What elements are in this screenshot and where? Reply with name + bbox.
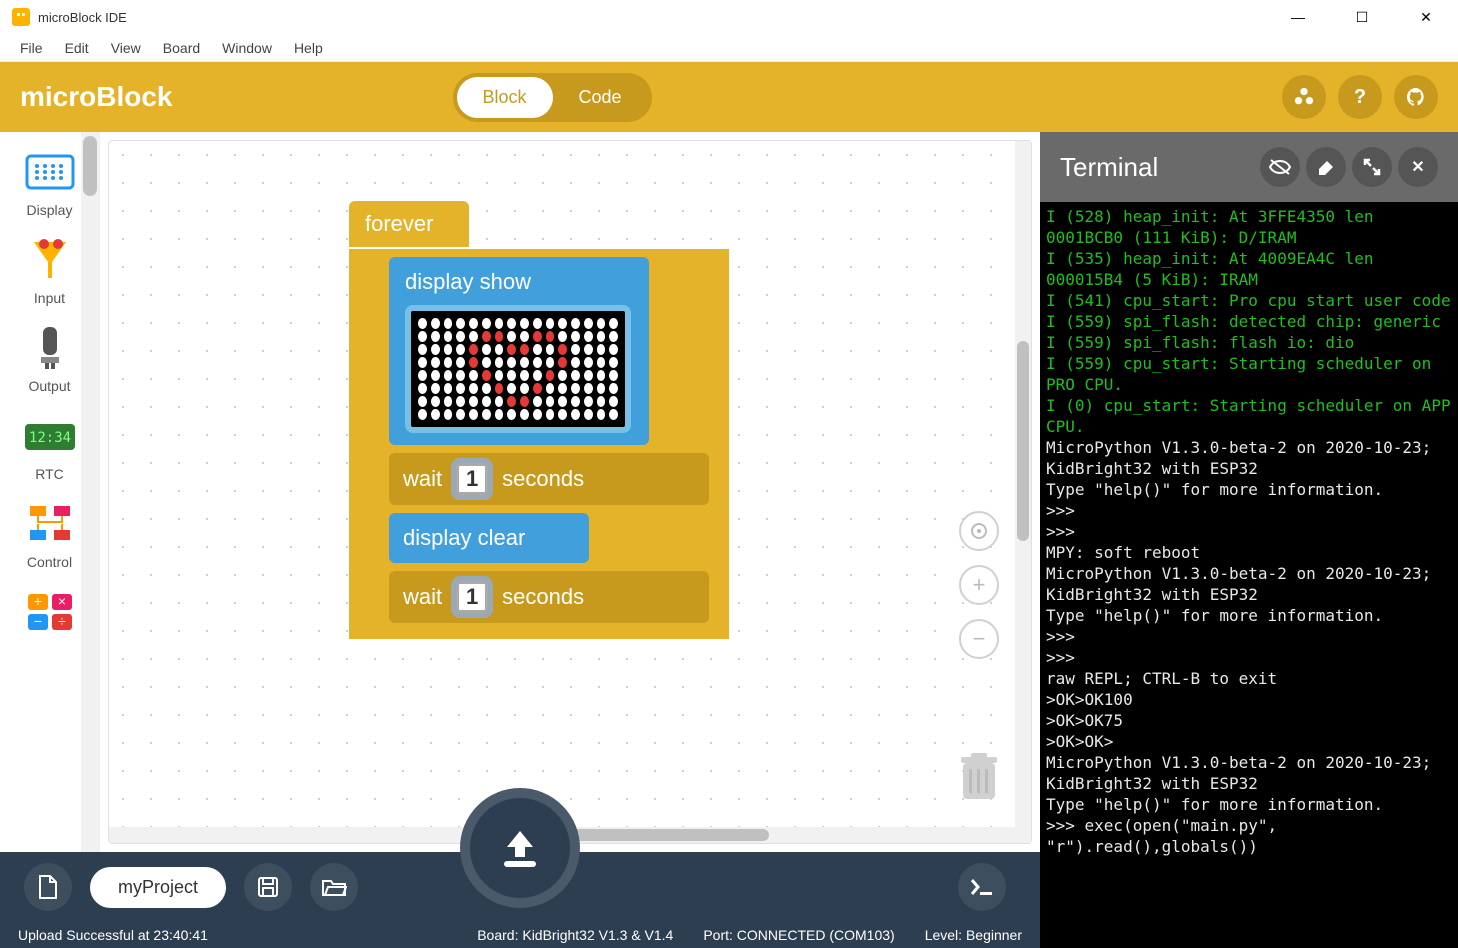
block-label: wait (403, 466, 442, 492)
block-wait-2[interactable]: wait 1 seconds (389, 571, 709, 623)
category-label: RTC (35, 466, 64, 482)
status-board: Board: KidBright32 V1.3 & V1.4 (477, 927, 673, 943)
logo: microBlock (20, 81, 173, 113)
terminal-clear-button[interactable] (1306, 147, 1346, 187)
workspace[interactable]: forever display show wait 1 seconds (100, 132, 1040, 852)
category-label: Input (34, 290, 65, 306)
menu-help[interactable]: Help (284, 36, 333, 60)
block-forever[interactable]: forever (349, 201, 469, 247)
terminal-fullscreen-button[interactable] (1352, 147, 1392, 187)
input-icon (23, 238, 77, 282)
menu-file[interactable]: File (10, 36, 53, 60)
block-stack[interactable]: forever display show wait 1 seconds (349, 201, 729, 639)
control-icon (23, 502, 77, 546)
menu-edit[interactable]: Edit (55, 36, 99, 60)
rtc-icon: 12:34 (23, 414, 77, 458)
category-output[interactable]: Output (10, 320, 90, 400)
window-titlebar: microBlock IDE — ☐ ✕ (0, 0, 1458, 34)
mode-block-button[interactable]: Block (457, 77, 553, 118)
block-display-clear[interactable]: display clear (389, 513, 589, 563)
github-button[interactable] (1394, 75, 1438, 119)
category-input[interactable]: Input (10, 232, 90, 312)
block-display-show[interactable]: display show (389, 257, 649, 445)
category-operators[interactable]: + ×− ÷ (10, 584, 90, 648)
bottom-toolbar: myProject (0, 852, 1040, 922)
help-button[interactable]: ? (1338, 75, 1382, 119)
new-file-button[interactable] (24, 863, 72, 911)
menu-view[interactable]: View (101, 36, 151, 60)
status-bar: Upload Successful at 23:40:41 Board: Kid… (0, 922, 1040, 948)
block-label: wait (403, 584, 442, 610)
terminal-button[interactable] (958, 863, 1006, 911)
terminal-disconnect-button[interactable] (1260, 147, 1300, 187)
open-button[interactable] (310, 863, 358, 911)
workspace-scrollbar-vertical[interactable] (1015, 141, 1031, 843)
block-categories-sidebar: Display Input Output 12:34 RTC Control (0, 132, 100, 852)
svg-text:+: + (33, 593, 41, 609)
terminal-output[interactable]: I (528) heap_init: At 3FFE4350 len 0001B… (1040, 202, 1458, 948)
terminal-title: Terminal (1060, 152, 1254, 183)
terminal-panel: Terminal ✕ I (528) heap_init: At 3FFE435… (1040, 132, 1458, 948)
category-label: Output (28, 378, 70, 394)
wait-value-input[interactable]: 1 (456, 581, 488, 613)
status-upload: Upload Successful at 23:40:41 (18, 927, 208, 943)
trash-button[interactable] (957, 749, 1001, 803)
display-icon (23, 150, 77, 194)
save-button[interactable] (244, 863, 292, 911)
category-rtc[interactable]: 12:34 RTC (10, 408, 90, 488)
mode-code-button[interactable]: Code (553, 77, 648, 118)
block-unit: seconds (502, 584, 584, 610)
zoom-out-button[interactable]: − (959, 619, 999, 659)
mode-toggle: Block Code (453, 73, 652, 122)
toolbar: microBlock Block Code ? (0, 62, 1458, 132)
project-name-button[interactable]: myProject (90, 867, 226, 908)
menu-board[interactable]: Board (153, 36, 210, 60)
window-close-button[interactable]: ✕ (1406, 3, 1446, 31)
zoom-in-button[interactable]: + (959, 565, 999, 605)
zoom-center-button[interactable] (959, 511, 999, 551)
category-control[interactable]: Control (10, 496, 90, 576)
svg-text:÷: ÷ (58, 613, 66, 629)
menu-window[interactable]: Window (212, 36, 282, 60)
window-maximize-button[interactable]: ☐ (1342, 3, 1382, 31)
category-label: Display (27, 202, 73, 218)
dot-matrix-input[interactable] (405, 305, 631, 433)
categories-scrollbar[interactable] (81, 132, 99, 852)
svg-text:12:34: 12:34 (28, 430, 70, 446)
terminal-close-button[interactable]: ✕ (1398, 147, 1438, 187)
block-label: display show (405, 269, 637, 295)
wait-value-input[interactable]: 1 (456, 463, 488, 495)
status-port: Port: CONNECTED (COM103) (703, 927, 894, 943)
svg-text:−: − (33, 613, 41, 629)
category-label: Control (27, 554, 72, 570)
category-display[interactable]: Display (10, 144, 90, 224)
window-minimize-button[interactable]: — (1278, 3, 1318, 31)
extensions-button[interactable] (1282, 75, 1326, 119)
block-wait-1[interactable]: wait 1 seconds (389, 453, 709, 505)
menubar: FileEditViewBoardWindowHelp (0, 34, 1458, 62)
terminal-header: Terminal ✕ (1040, 132, 1458, 202)
svg-text:×: × (57, 593, 65, 609)
app-icon (12, 8, 30, 26)
operators-icon: + ×− ÷ (23, 590, 77, 634)
window-title: microBlock IDE (38, 10, 1278, 25)
block-unit: seconds (502, 466, 584, 492)
output-icon (23, 326, 77, 370)
status-level: Level: Beginner (925, 927, 1022, 943)
upload-button[interactable] (460, 788, 580, 908)
